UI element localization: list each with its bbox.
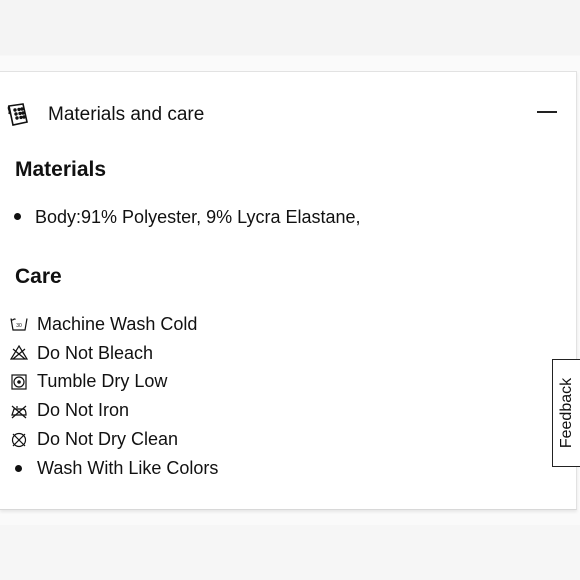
materials-care-panel: Materials and care Materials Body:91% Po…: [0, 71, 577, 510]
care-heading: Care: [15, 265, 62, 288]
page: Materials and care Materials Body:91% Po…: [0, 0, 580, 580]
care-item-do-not-iron: Do Not Iron: [10, 396, 218, 425]
materials-care-accordion-header[interactable]: Materials and care: [0, 96, 576, 136]
machine-wash-cold-icon: 30: [10, 315, 28, 333]
materials-heading: Materials: [15, 158, 107, 181]
care-list: 30 Machine Wash Cold Do Not Bleach Tumbl…: [10, 310, 218, 483]
care-item-do-not-dry-clean: Do Not Dry Clean: [10, 425, 218, 454]
care-label: Tumble Dry Low: [37, 371, 168, 392]
care-item-do-not-bleach: Do Not Bleach: [10, 339, 218, 368]
tumble-dry-low-icon: [10, 373, 28, 391]
bullet-icon: [10, 459, 28, 477]
care-label: Do Not Iron: [37, 400, 130, 421]
care-label: Machine Wash Cold: [37, 313, 198, 334]
do-not-bleach-icon: [10, 344, 28, 362]
care-item-tumble-dry-low: Tumble Dry Low: [10, 368, 218, 397]
care-label: Do Not Bleach: [37, 342, 154, 363]
feedback-button[interactable]: Feedback: [552, 359, 580, 467]
accordion-title: Materials and care: [48, 104, 205, 125]
fabric-swatch-icon: [6, 102, 30, 128]
bullet-icon: [14, 212, 21, 220]
care-item-machine-wash-cold: 30 Machine Wash Cold: [10, 310, 218, 339]
collapse-minus-icon[interactable]: [536, 100, 558, 122]
do-not-dry-clean-icon: [10, 431, 28, 449]
care-item-wash-with-like-colors: Wash With Like Colors: [10, 454, 218, 483]
do-not-iron-icon: [10, 402, 28, 420]
page-footer-area: [0, 525, 580, 580]
materials-list-item: Body:91% Polyester, 9% Lycra Elastane,: [14, 206, 361, 228]
feedback-label: Feedback: [557, 377, 575, 449]
care-label: Wash With Like Colors: [37, 457, 219, 478]
care-label: Do Not Dry Clean: [37, 429, 179, 450]
material-text: Body:91% Polyester, 9% Lycra Elastane,: [35, 207, 361, 227]
svg-text:30: 30: [16, 323, 22, 329]
